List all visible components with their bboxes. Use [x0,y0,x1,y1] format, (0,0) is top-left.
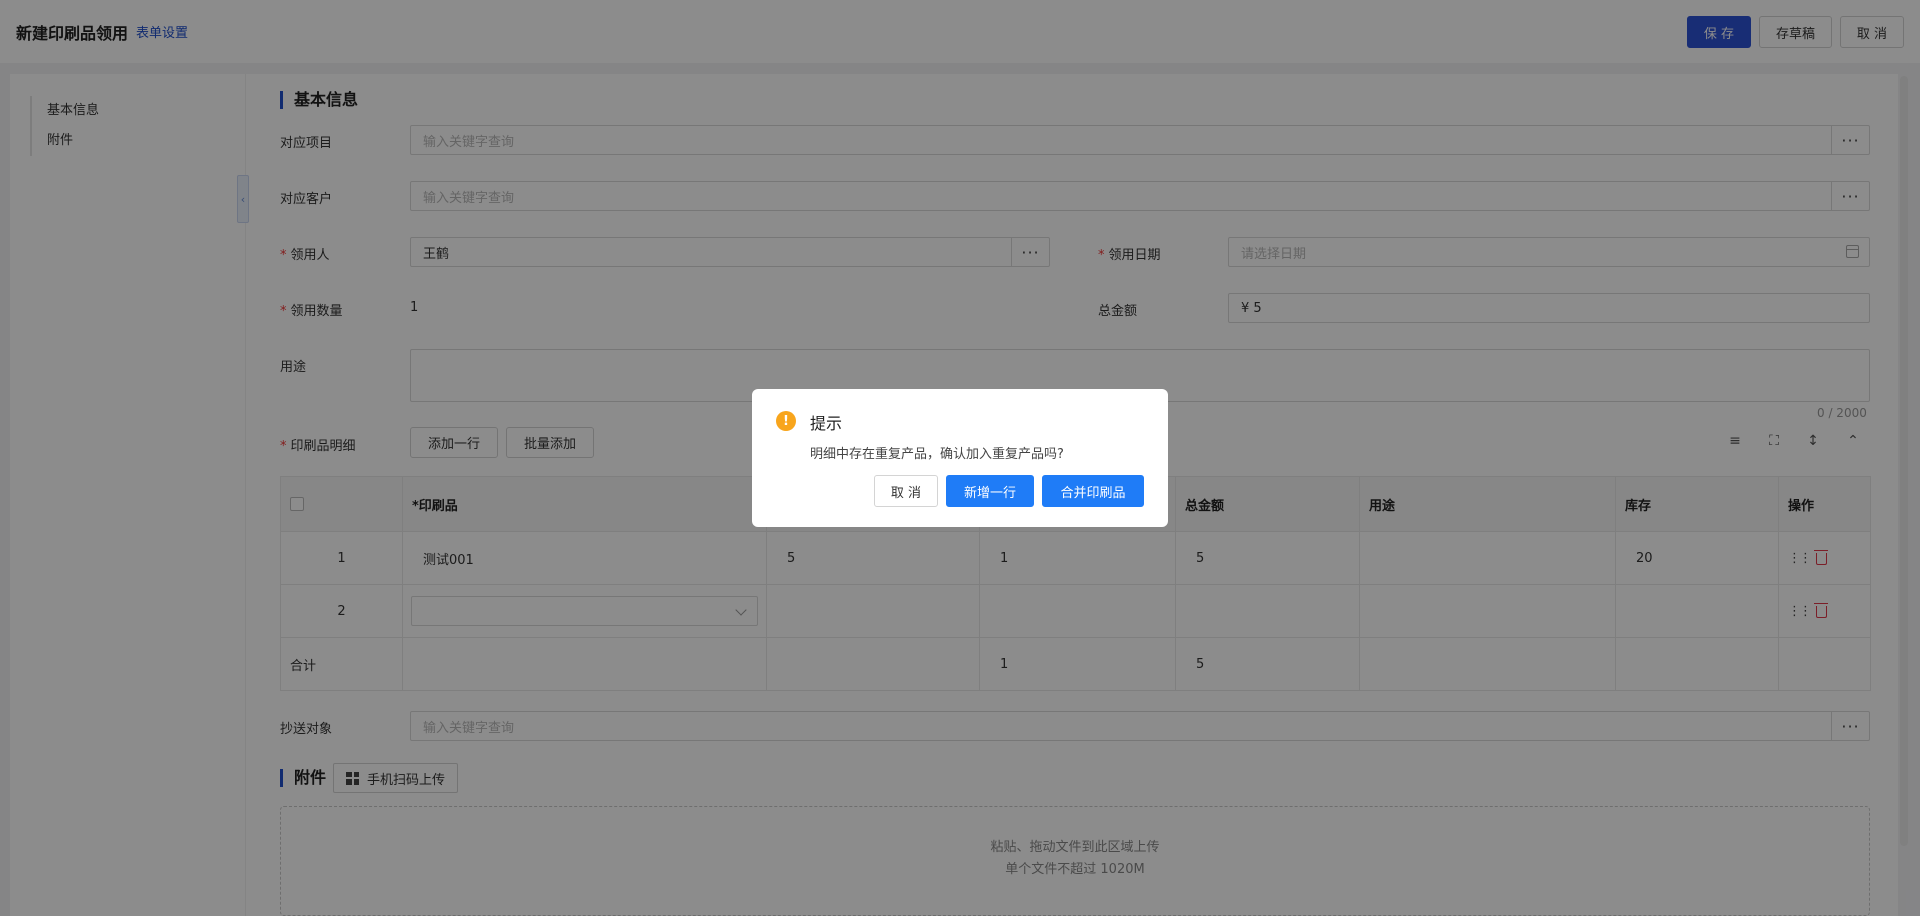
dialog-title: 提示 [810,414,843,433]
dialog-add-row-button[interactable]: 新增一行 [946,475,1034,507]
dialog-message: 明细中存在重复产品，确认加入重复产品吗? [810,447,1064,462]
dialog-actions: 取 消 新增一行 合并印刷品 [874,475,1144,507]
dialog-cancel-button[interactable]: 取 消 [874,475,938,507]
confirm-dialog: ! 提示 明细中存在重复产品，确认加入重复产品吗? 取 消 新增一行 合并印刷品 [752,389,1168,527]
warning-icon: ! [776,411,796,431]
dialog-merge-button[interactable]: 合并印刷品 [1042,475,1144,507]
